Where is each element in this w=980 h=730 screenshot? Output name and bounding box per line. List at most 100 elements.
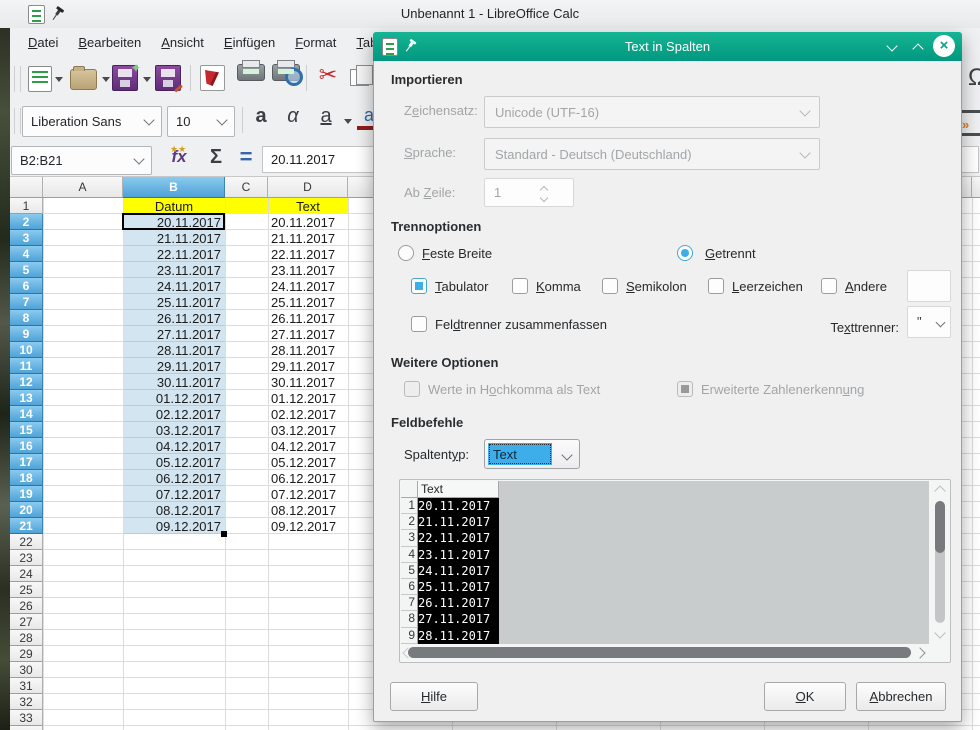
cell-B5[interactable]: 23.11.2017 — [123, 262, 225, 278]
row-header-17[interactable]: 17 — [10, 454, 43, 470]
row-header-28[interactable]: 28 — [10, 630, 43, 646]
row-header-20[interactable]: 20 — [10, 502, 43, 518]
formatting-marks-icon[interactable]: » — [962, 110, 980, 136]
hscroll-thumb[interactable] — [408, 647, 911, 658]
preview-column-header[interactable]: Text — [418, 481, 499, 498]
preview-row-value[interactable]: 22.11.2017 — [418, 530, 499, 546]
column-header-x10[interactable] — [972, 177, 980, 198]
scroll-right-icon[interactable] — [914, 647, 925, 658]
preview-row-value[interactable]: 25.11.2017 — [418, 579, 499, 595]
cell-D5[interactable]: 23.11.2017 — [268, 262, 348, 278]
cell-B11[interactable]: 29.11.2017 — [123, 358, 225, 374]
row-header-3[interactable]: 3 — [10, 230, 43, 246]
scroll-up-icon[interactable] — [934, 485, 945, 496]
font-size-combobox[interactable]: 10 — [167, 106, 235, 137]
cancel-button[interactable]: Abbrechen — [856, 682, 946, 711]
chevron-down-icon[interactable] — [216, 114, 227, 125]
preview-row-value[interactable]: 23.11.2017 — [418, 547, 499, 563]
cell-B9[interactable]: 27.11.2017 — [123, 326, 225, 342]
chevron-down-icon[interactable] — [143, 114, 154, 125]
equals-formula-icon[interactable]: = — [232, 144, 260, 170]
fixed-width-radio[interactable] — [398, 245, 414, 261]
underline-icon[interactable]: a — [313, 105, 339, 128]
space-label[interactable]: Leerzeichen — [732, 279, 803, 294]
menu-bearbeiten[interactable]: Bearbeiten — [68, 28, 151, 56]
row-header-25[interactable]: 25 — [10, 582, 43, 598]
print-icon[interactable] — [237, 64, 265, 81]
cell-D8[interactable]: 26.11.2017 — [268, 310, 348, 326]
cell-B21[interactable]: 09.12.2017 — [123, 518, 225, 534]
from-row-spinner[interactable]: 1 — [484, 178, 574, 207]
column-type-dropdown[interactable]: Text — [484, 439, 580, 469]
other-checkbox[interactable] — [821, 278, 837, 294]
preview-vscrollbar[interactable] — [931, 483, 949, 641]
menu-ansicht[interactable]: Ansicht — [151, 28, 214, 56]
cell-D15[interactable]: 03.12.2017 — [268, 422, 348, 438]
cell-D20[interactable]: 08.12.2017 — [268, 502, 348, 518]
chevron-down-icon[interactable] — [561, 449, 572, 460]
row-header-22[interactable]: 22 — [10, 534, 43, 550]
charset-dropdown[interactable]: Unicode (UTF-16) — [484, 96, 820, 128]
menu-datei[interactable]: Datei — [18, 28, 68, 56]
row-header-15[interactable]: 15 — [10, 422, 43, 438]
select-all-corner[interactable] — [10, 177, 43, 198]
menu-format[interactable]: Format — [285, 28, 346, 56]
preview-row-value[interactable]: 24.11.2017 — [418, 563, 499, 579]
cell-D13[interactable]: 01.12.2017 — [268, 390, 348, 406]
row-header-5[interactable]: 5 — [10, 262, 43, 278]
row-header-19[interactable]: 19 — [10, 486, 43, 502]
open-file-icon[interactable] — [70, 69, 97, 90]
column-header-C[interactable]: C — [225, 177, 268, 198]
row-header-11[interactable]: 11 — [10, 358, 43, 374]
open-file-dropdown-icon[interactable] — [102, 77, 110, 82]
row-header-18[interactable]: 18 — [10, 470, 43, 486]
row-header-27[interactable]: 27 — [10, 614, 43, 630]
bold-icon[interactable]: a — [248, 105, 274, 128]
cell-D4[interactable]: 22.11.2017 — [268, 246, 348, 262]
close-icon[interactable]: × — [933, 35, 955, 57]
cell-D1[interactable]: Text — [268, 198, 348, 214]
cell-B8[interactable]: 26.11.2017 — [123, 310, 225, 326]
underline-dropdown-icon[interactable] — [344, 119, 352, 124]
tab-checkbox[interactable] — [411, 278, 427, 294]
scroll-down-icon[interactable] — [934, 627, 945, 638]
preview-row-value[interactable]: 20.11.2017 — [418, 498, 499, 514]
cell-B10[interactable]: 28.11.2017 — [123, 342, 225, 358]
new-document-icon[interactable] — [28, 66, 52, 92]
name-box[interactable]: B2:B21 — [11, 146, 152, 175]
cell-B12[interactable]: 30.11.2017 — [123, 374, 225, 390]
language-dropdown[interactable]: Standard - Deutsch (Deutschland) — [484, 138, 820, 170]
preview-row-value[interactable]: 21.11.2017 — [418, 514, 499, 530]
cell-B17[interactable]: 05.12.2017 — [123, 454, 225, 470]
row-header-12[interactable]: 12 — [10, 374, 43, 390]
cell-B14[interactable]: 02.12.2017 — [123, 406, 225, 422]
cell-D10[interactable]: 28.11.2017 — [268, 342, 348, 358]
row-header-30[interactable]: 30 — [10, 662, 43, 678]
row-header-13[interactable]: 13 — [10, 390, 43, 406]
row-header-9[interactable]: 9 — [10, 326, 43, 342]
separated-label[interactable]: Getrennt — [705, 246, 756, 261]
row-header-16[interactable]: 16 — [10, 438, 43, 454]
column-header-D[interactable]: D — [268, 177, 348, 198]
preview-row-value[interactable]: 27.11.2017 — [418, 611, 499, 627]
row-header-34[interactable] — [10, 726, 43, 730]
row-header-14[interactable]: 14 — [10, 406, 43, 422]
cell-D9[interactable]: 27.11.2017 — [268, 326, 348, 342]
row-header-24[interactable]: 24 — [10, 566, 43, 582]
cell-B1[interactable]: Datum — [123, 198, 225, 214]
merge-delimiters-checkbox[interactable] — [411, 316, 427, 332]
copy-icon[interactable] — [350, 69, 369, 86]
space-checkbox[interactable] — [708, 278, 724, 294]
selection-handle[interactable] — [221, 531, 227, 537]
sum-icon[interactable]: Σ — [202, 146, 230, 169]
text-delimiter-dropdown[interactable]: " — [907, 306, 951, 338]
other-separator-input[interactable] — [907, 270, 951, 302]
row-header-7[interactable]: 7 — [10, 294, 43, 310]
fixed-width-label[interactable]: Feste Breite — [422, 246, 492, 261]
row-header-1[interactable]: 1 — [10, 198, 43, 214]
row-header-8[interactable]: 8 — [10, 310, 43, 326]
semicolon-checkbox[interactable] — [602, 278, 618, 294]
row-header-6[interactable]: 6 — [10, 278, 43, 294]
row-header-21[interactable]: 21 — [10, 518, 43, 534]
cell-D7[interactable]: 25.11.2017 — [268, 294, 348, 310]
